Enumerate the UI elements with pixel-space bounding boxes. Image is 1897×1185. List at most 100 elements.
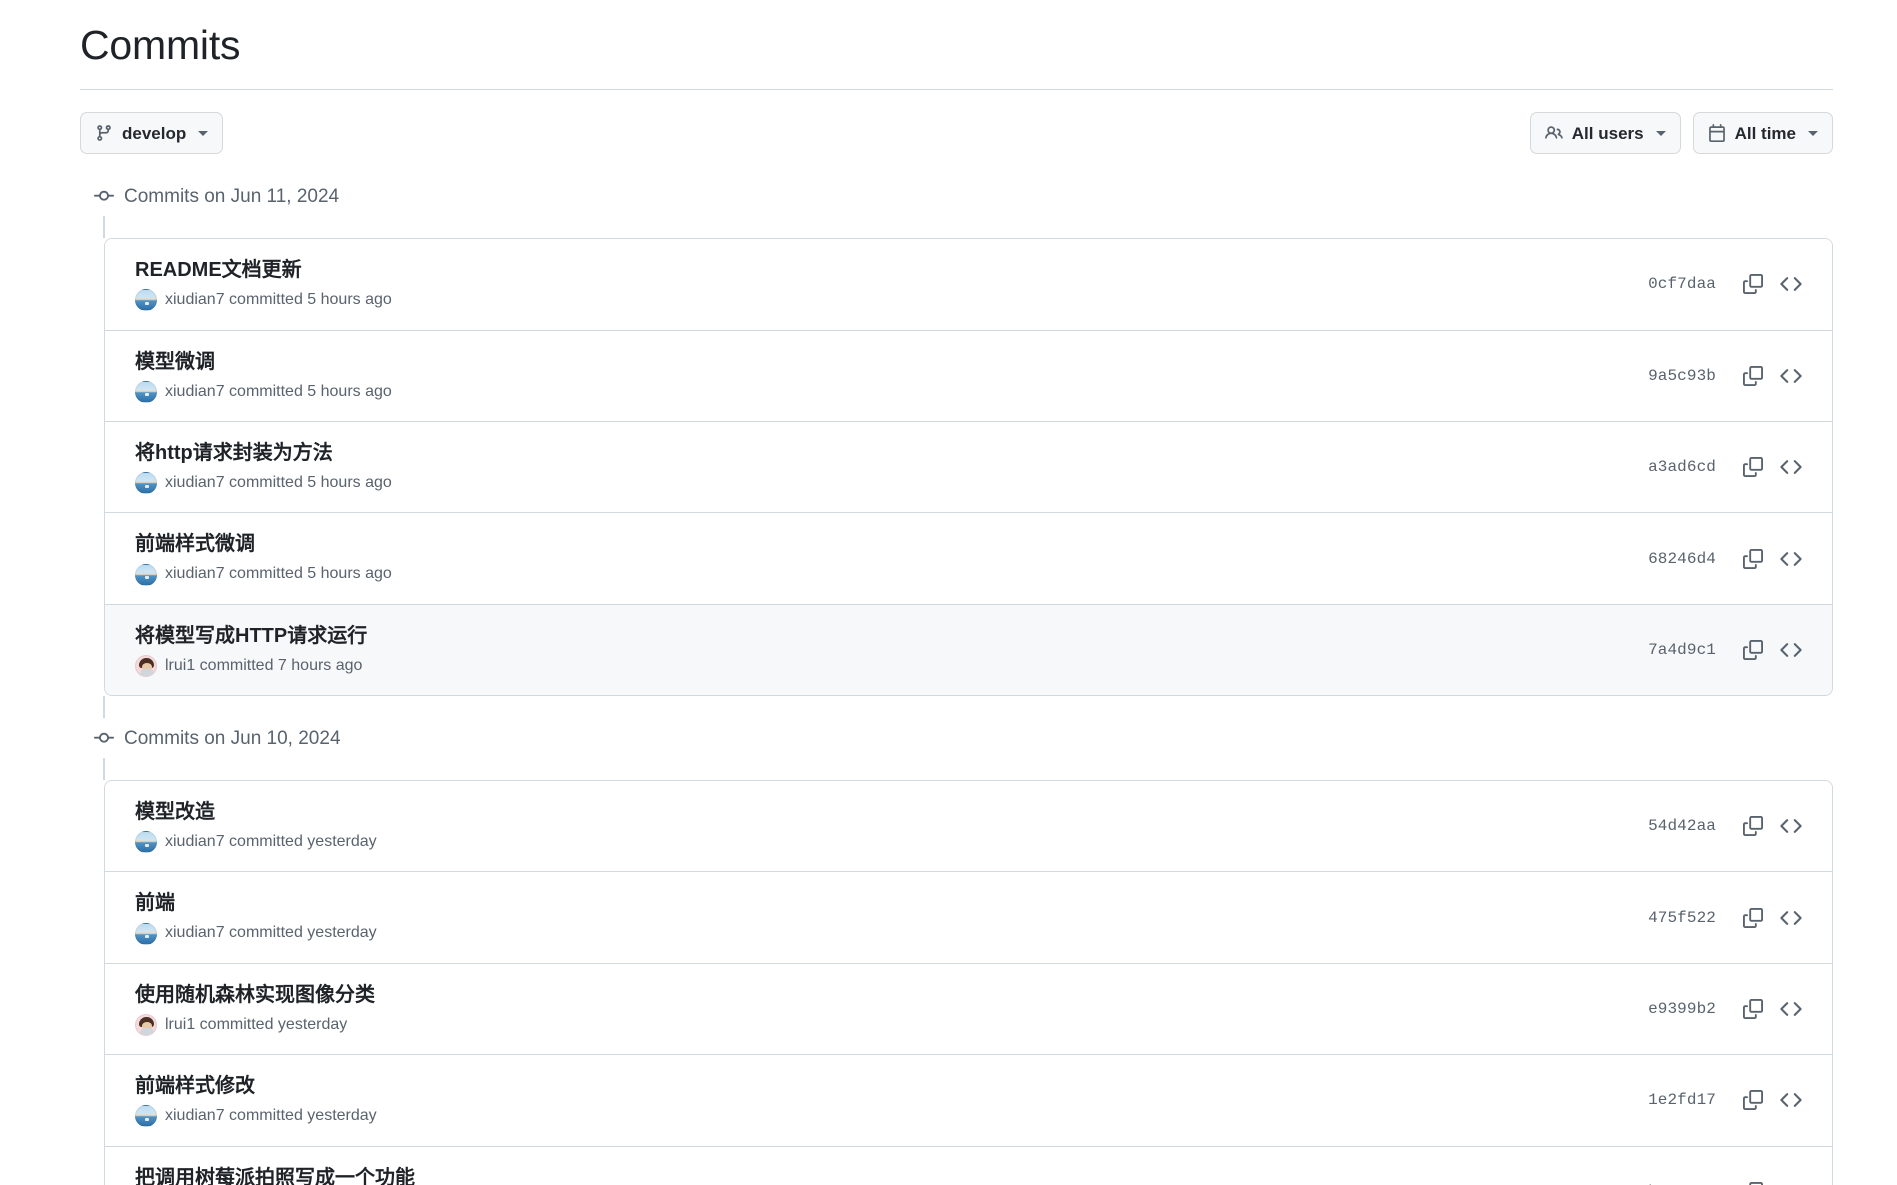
copy-sha-icon[interactable] (1734, 631, 1772, 669)
commit-group-date: Commits on Jun 10, 2024 (124, 727, 341, 749)
commit-sha[interactable]: 475f522 (1648, 909, 1716, 927)
commit-info: 前端样式微调 xiudian7 committed 5 hours ago (135, 531, 392, 586)
code-view-icon[interactable] (1772, 1081, 1810, 1119)
avatar[interactable] (135, 654, 157, 677)
commit-info: 前端样式修改 xiudian7 committed yesterday (135, 1073, 377, 1128)
time-filter-label: All time (1734, 123, 1796, 143)
commit-author-meta[interactable]: xiudian7 committed 5 hours ago (165, 563, 392, 585)
commit-info: 前端 xiudian7 committed yesterday (135, 890, 377, 945)
commit-author-meta[interactable]: lrui1 committed yesterday (165, 1014, 347, 1036)
branch-selector-label: develop (122, 123, 187, 143)
table-row[interactable]: README文档更新 xiudian7 committed 5 hours ago… (105, 239, 1832, 331)
table-row[interactable]: 模型微调 xiudian7 committed 5 hours ago 9a5c93… (105, 330, 1832, 422)
commit-node-icon (94, 728, 114, 748)
commit-group-header: Commits on Jun 11, 2024 (80, 176, 1833, 216)
copy-sha-icon[interactable] (1734, 1081, 1772, 1119)
commit-row-actions: e9399b2 (1648, 990, 1810, 1028)
copy-sha-icon[interactable] (1734, 448, 1772, 486)
code-view-icon[interactable] (1772, 1173, 1810, 1185)
timeline-rail (103, 696, 105, 719)
table-row[interactable]: 使用随机森林实现图像分类 lrui1 committed yesterday e93… (105, 963, 1832, 1056)
code-view-icon[interactable] (1772, 631, 1810, 669)
code-view-icon[interactable] (1772, 540, 1810, 578)
avatar[interactable] (135, 563, 157, 586)
avatar[interactable] (135, 922, 157, 945)
avatar[interactable] (135, 472, 157, 495)
commit-title-link[interactable]: README文档更新 (135, 257, 392, 283)
copy-sha-icon[interactable] (1734, 1173, 1772, 1185)
code-view-icon[interactable] (1772, 448, 1810, 486)
commit-sha[interactable]: 9a5c93b (1648, 367, 1716, 385)
copy-sha-icon[interactable] (1734, 540, 1772, 578)
commit-title-link[interactable]: 将http请求封装为方法 (135, 440, 392, 466)
git-branch-icon (95, 124, 113, 142)
table-row[interactable]: 将http请求封装为方法 xiudian7 committed 5 hours a… (105, 421, 1832, 514)
copy-sha-icon[interactable] (1734, 807, 1772, 845)
commit-author-meta[interactable]: xiudian7 committed 5 hours ago (165, 289, 392, 311)
avatar[interactable] (135, 289, 157, 312)
commit-info: README文档更新 xiudian7 committed 5 hours ago (135, 257, 392, 312)
commit-byline: lrui1 committed 7 hours ago (135, 654, 367, 677)
commit-author-meta[interactable]: xiudian7 committed yesterday (165, 1105, 377, 1127)
users-filter-button[interactable]: All users (1529, 112, 1681, 155)
users-filter-label: All users (1571, 123, 1644, 143)
table-row[interactable]: 模型改造 xiudian7 committed yesterday 54d42aa (105, 781, 1832, 873)
commit-title-link[interactable]: 前端样式修改 (135, 1073, 377, 1099)
commit-group: Commits on Jun 11, 2024 README文档更新 xiudian… (80, 176, 1833, 719)
page-header: Commits develop All users All time (0, 0, 1897, 155)
commit-sha[interactable]: 54d42aa (1648, 817, 1716, 835)
table-row[interactable]: 前端样式修改 xiudian7 committed yesterday 1e2fd1… (105, 1055, 1832, 1147)
commit-sha[interactable]: a3ad6cd (1648, 458, 1716, 476)
commit-byline: xiudian7 committed yesterday (135, 1105, 377, 1128)
copy-sha-icon[interactable] (1734, 899, 1772, 937)
commit-sha[interactable]: e9399b2 (1648, 1000, 1716, 1018)
commit-info: 模型微调 xiudian7 committed 5 hours ago (135, 349, 392, 403)
code-view-icon[interactable] (1772, 265, 1810, 303)
commits-timeline: Commits on Jun 11, 2024 README文档更新 xiudian… (80, 176, 1833, 1185)
people-icon (1544, 124, 1563, 142)
commit-title-link[interactable]: 把调用树莓派拍照写成一个功能 (135, 1165, 415, 1185)
commit-title-link[interactable]: 前端 (135, 890, 377, 916)
copy-sha-icon[interactable] (1734, 357, 1772, 395)
commit-title-link[interactable]: 模型微调 (135, 349, 392, 375)
commit-info: 将http请求封装为方法 xiudian7 committed 5 hours a… (135, 440, 392, 495)
table-row[interactable]: 前端 xiudian7 committed yesterday 475f522 (105, 872, 1832, 964)
commit-sha[interactable]: 7a4d9c1 (1648, 641, 1716, 659)
commit-sha[interactable]: 0cf7daa (1648, 275, 1716, 293)
commit-sha[interactable]: 68246d4 (1648, 550, 1716, 568)
branch-selector-button[interactable]: develop (80, 112, 224, 155)
commit-author-meta[interactable]: lrui1 committed 7 hours ago (165, 655, 362, 677)
commit-author-meta[interactable]: xiudian7 committed yesterday (165, 922, 377, 944)
avatar[interactable] (135, 831, 157, 854)
page-title: Commits (80, 22, 241, 68)
commit-byline: xiudian7 committed 5 hours ago (135, 380, 392, 403)
table-row[interactable]: 把调用树莓派拍照写成一个功能xiudian7 committed yesterd… (105, 1146, 1832, 1185)
time-filter-button[interactable]: All time (1692, 112, 1833, 155)
avatar[interactable] (135, 1014, 157, 1037)
commits-page: Commits develop All users All time Commi… (0, 0, 1897, 1185)
commit-sha[interactable]: 1e2fd17 (1648, 1091, 1716, 1109)
code-view-icon[interactable] (1772, 357, 1810, 395)
commit-author-meta[interactable]: xiudian7 committed 5 hours ago (165, 381, 392, 403)
commit-title-link[interactable]: 前端样式微调 (135, 531, 392, 557)
code-view-icon[interactable] (1772, 807, 1810, 845)
commit-row-actions: 1e2fd17 (1648, 1081, 1810, 1119)
commit-list: README文档更新 xiudian7 committed 5 hours ago… (104, 238, 1833, 697)
commit-info: 把调用树莓派拍照写成一个功能xiudian7 committed yesterd… (135, 1165, 415, 1185)
table-row[interactable]: 前端样式微调 xiudian7 committed 5 hours ago 6824… (105, 513, 1832, 605)
copy-sha-icon[interactable] (1734, 265, 1772, 303)
commit-info: 将模型写成HTTP请求运行 lrui1 committed 7 hours ago (135, 623, 367, 677)
copy-sha-icon[interactable] (1734, 990, 1772, 1028)
commit-row-actions: 9a5c93b (1648, 357, 1810, 395)
table-row[interactable]: 将模型写成HTTP请求运行 lrui1 committed 7 hours ago… (105, 604, 1832, 696)
commit-author-meta[interactable]: xiudian7 committed 5 hours ago (165, 472, 392, 494)
commit-title-link[interactable]: 将模型写成HTTP请求运行 (135, 623, 367, 649)
commit-title-link[interactable]: 使用随机森林实现图像分类 (135, 982, 375, 1008)
commit-row-actions: a3ad6cd (1648, 448, 1810, 486)
commit-title-link[interactable]: 模型改造 (135, 799, 377, 825)
code-view-icon[interactable] (1772, 899, 1810, 937)
code-view-icon[interactable] (1772, 990, 1810, 1028)
avatar[interactable] (135, 1105, 157, 1128)
avatar[interactable] (135, 380, 157, 403)
commit-author-meta[interactable]: xiudian7 committed yesterday (165, 831, 377, 853)
